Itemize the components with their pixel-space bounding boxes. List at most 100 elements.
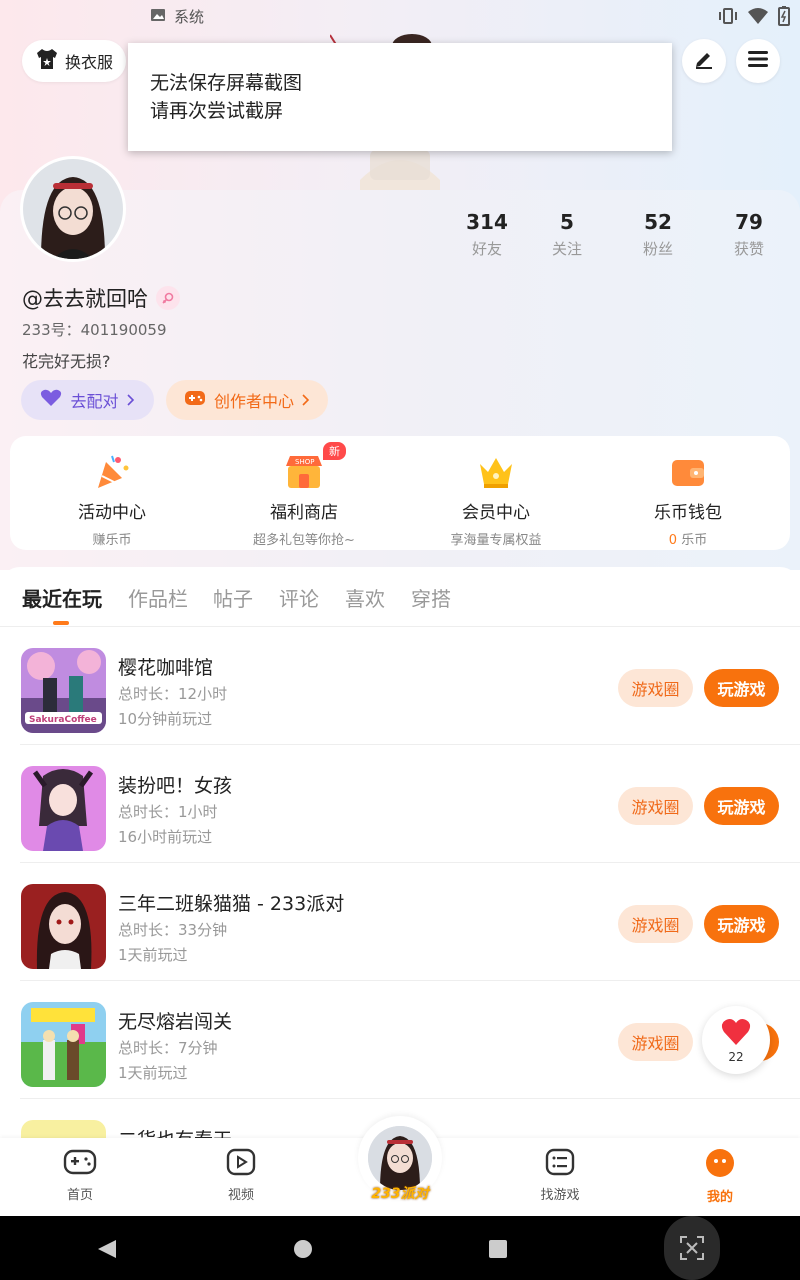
wallet-title: 乐币钱包: [654, 503, 722, 523]
creator-center-label: 创作者中心: [213, 392, 294, 411]
list-item[interactable]: 装扮吧！女孩 总时长：1小时 16小时前玩过 游戏圈 玩游戏: [0, 745, 800, 863]
wallet-icon: [668, 452, 708, 492]
quick-menu-activity-center[interactable]: 活动中心 赚乐币: [22, 452, 202, 548]
screenshot-error-toast: 无法保存屏幕截图 请再次尝试截屏: [128, 43, 672, 151]
user-bio: 花完好无损?: [22, 352, 111, 371]
game-last-played: 10分钟前玩过: [118, 710, 213, 728]
nav-video[interactable]: 视频: [201, 1148, 281, 1203]
active-tab-indicator: [53, 621, 69, 625]
game-circle-button[interactable]: 游戏圈: [618, 1023, 693, 1061]
play-game-button[interactable]: 玩游戏: [704, 787, 779, 825]
vibrate-icon: [718, 7, 738, 29]
game-circle-button[interactable]: 游戏圈: [618, 787, 693, 825]
party-avatar: [368, 1126, 432, 1190]
game-duration: 总时长：12小时: [118, 685, 228, 703]
creator-center-button[interactable]: 创作者中心: [166, 380, 328, 420]
recents-icon[interactable]: [487, 1238, 509, 1264]
pair-label: 去配对: [70, 392, 119, 411]
game-circle-button[interactable]: 游戏圈: [618, 905, 693, 943]
svg-text:SHOP: SHOP: [295, 458, 314, 466]
wallet-subtitle: 0 乐币: [598, 529, 778, 548]
toast-line-1: 无法保存屏幕截图: [150, 72, 303, 94]
like-floating-button[interactable]: 22: [702, 1006, 770, 1074]
stat-fans-label: 粉丝: [642, 240, 673, 258]
nav-find-games[interactable]: 找游戏: [520, 1148, 600, 1203]
menu-button[interactable]: [736, 39, 780, 83]
game-name: 樱花咖啡馆: [118, 657, 214, 679]
user-avatar[interactable]: [20, 156, 126, 262]
game-last-played: 1天前玩过: [118, 1064, 188, 1082]
quick-menu-welfare-shop[interactable]: SHOP 新 福利商店 超多礼包等你抢~: [214, 442, 394, 548]
stat-likes[interactable]: 79 获赞: [709, 210, 789, 259]
toast-line-2: 请再次尝试截屏: [150, 100, 284, 122]
screenshot-scan-icon[interactable]: [664, 1216, 720, 1280]
stat-following[interactable]: 5 关注: [527, 210, 607, 259]
party-popper-icon: [92, 452, 132, 492]
stat-fans[interactable]: 52 粉丝: [618, 210, 698, 259]
chevron-right-icon: [126, 391, 135, 410]
nav-me-label: 我的: [706, 1190, 733, 1205]
pencil-icon: [693, 48, 715, 74]
change-outfit-label: 换衣服: [64, 53, 113, 72]
gallery-icon: [150, 7, 166, 27]
game-thumbnail: [21, 1002, 106, 1087]
user-id: 233号：401190059: [22, 321, 167, 339]
nav-video-label: 视频: [227, 1188, 254, 1203]
status-app-label: 系统: [174, 8, 205, 26]
activity-center-title: 活动中心: [78, 503, 146, 523]
system-navigation-bar: [0, 1216, 800, 1280]
username: @去去就回哈: [22, 283, 180, 313]
svg-text:SakuraCoffee: SakuraCoffee: [29, 715, 97, 725]
play-game-button[interactable]: 玩游戏: [704, 669, 779, 707]
member-center-title: 会员中心: [462, 503, 530, 523]
game-name: 装扮吧！女孩: [118, 775, 233, 797]
game-circle-button[interactable]: 游戏圈: [618, 669, 693, 707]
video-play-icon: [226, 1148, 256, 1180]
list-item[interactable]: SakuraCoffee 樱花咖啡馆 总时长：12小时 10分钟前玩过 游戏圈 …: [0, 627, 800, 745]
tab-outfits[interactable]: 穿搭: [411, 583, 451, 612]
game-name: 无尽熔岩闯关: [118, 1011, 233, 1033]
stat-likes-label: 获赞: [733, 240, 764, 258]
stat-fans-value: 52: [644, 210, 672, 234]
shirt-icon: [35, 48, 59, 74]
username-text: @去去就回哈: [22, 287, 148, 311]
stat-friends-label: 好友: [471, 240, 502, 258]
tab-posts[interactable]: 帖子: [213, 583, 253, 612]
heart-icon: [721, 1018, 751, 1050]
stat-friends[interactable]: 314 好友: [447, 210, 527, 259]
game-duration: 总时长：1小时: [118, 803, 218, 821]
tab-works[interactable]: 作品栏: [128, 583, 188, 612]
shop-icon: SHOP 新: [284, 442, 346, 492]
list-item[interactable]: 无尽熔岩闯关 总时长：7分钟 1天前玩过 游戏圈 玩游戏: [0, 981, 800, 1099]
wifi-icon: [748, 7, 768, 29]
female-gender-icon: [156, 286, 180, 310]
tab-likes[interactable]: 喜欢: [345, 583, 385, 612]
stat-likes-value: 79: [735, 210, 763, 234]
nav-home[interactable]: 首页: [40, 1148, 120, 1203]
play-game-button[interactable]: 玩游戏: [704, 905, 779, 943]
gamepad-icon: [184, 389, 206, 411]
game-thumbnail: [21, 884, 106, 969]
quick-menu-wallet[interactable]: 乐币钱包 0 乐币: [598, 452, 778, 548]
change-outfit-button[interactable]: 换衣服: [22, 40, 126, 82]
member-center-subtitle: 享海量专属权益: [450, 533, 542, 548]
list-item[interactable]: 三年二班躲猫猫 - 233派对 总时长：33分钟 1天前玩过 游戏圈 玩游戏: [0, 863, 800, 981]
nav-me[interactable]: 我的: [680, 1148, 760, 1205]
hamburger-menu-icon: [747, 49, 769, 73]
tab-recently-played[interactable]: 最近在玩: [22, 583, 102, 612]
wallet-unit: 乐币: [681, 533, 708, 548]
pair-button[interactable]: 去配对: [21, 380, 154, 420]
new-badge: 新: [323, 442, 346, 460]
heart-icon: [40, 389, 62, 411]
back-icon[interactable]: [96, 1238, 118, 1264]
battery-icon: [778, 6, 790, 30]
quick-menu-member-center[interactable]: 会员中心 享海量专属权益: [406, 452, 586, 548]
edit-profile-button[interactable]: [682, 39, 726, 83]
tab-comments[interactable]: 评论: [279, 583, 319, 612]
home-icon[interactable]: [292, 1238, 314, 1264]
game-duration: 总时长：33分钟: [118, 921, 228, 939]
game-thumbnail: SakuraCoffee: [21, 648, 106, 733]
game-last-played: 1天前玩过: [118, 946, 188, 964]
smiley-face-icon: [705, 1149, 735, 1182]
stat-friends-value: 314: [466, 210, 508, 234]
